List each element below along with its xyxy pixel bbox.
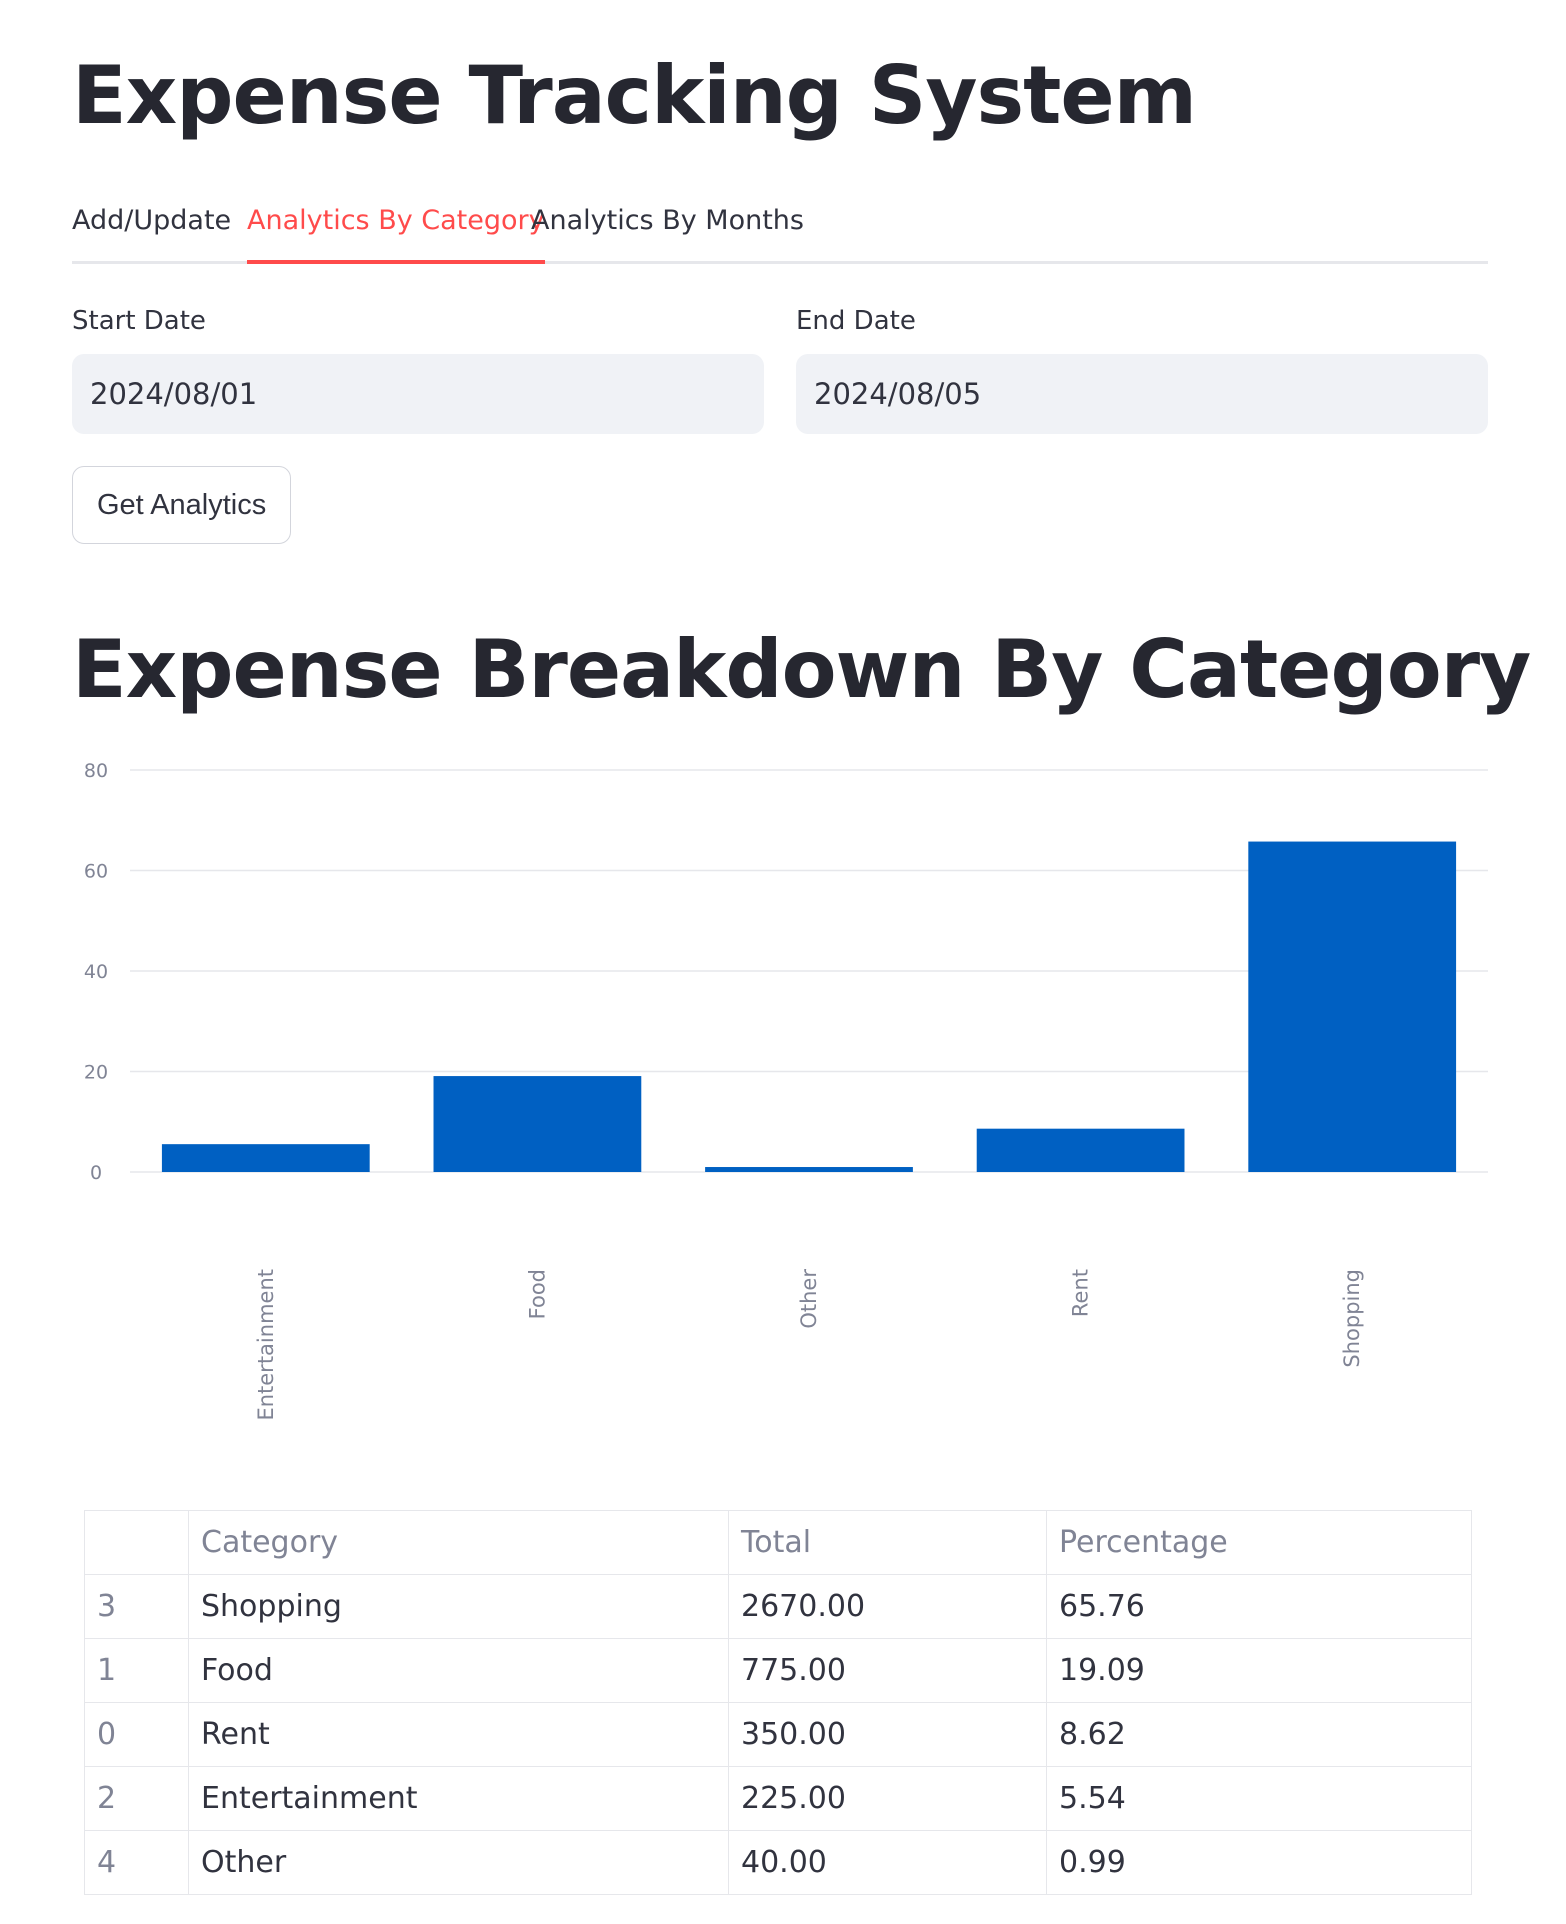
row-percentage: 65.76 [1046, 1574, 1472, 1639]
bar-other [705, 1167, 913, 1172]
page-title: Expense Tracking System [72, 49, 1197, 142]
x-tick-label: Other [797, 1269, 821, 1329]
start-date-input[interactable]: 2024/08/01 [72, 354, 764, 434]
y-tick-label: 20 [84, 1062, 108, 1084]
tab-analytics-by-months[interactable]: Analytics By Months [531, 204, 804, 264]
table-header-row: Category Total Percentage [84, 1510, 1472, 1575]
row-index: 4 [84, 1830, 189, 1895]
row-percentage: 8.62 [1046, 1702, 1472, 1767]
tab-add-update[interactable]: Add/Update [72, 204, 231, 264]
row-total: 350.00 [728, 1702, 1047, 1767]
row-index: 2 [84, 1766, 189, 1831]
table-header-percentage: Percentage [1046, 1510, 1472, 1575]
get-analytics-button[interactable]: Get Analytics [72, 466, 292, 544]
section-title: Expense Breakdown By Category [72, 623, 1531, 716]
row-total: 2670.00 [728, 1574, 1047, 1639]
y-tick-label: 0 [90, 1162, 102, 1184]
end-date-label: End Date [796, 306, 916, 336]
bar-entertainment [161, 1144, 370, 1172]
row-category: Shopping [188, 1574, 729, 1639]
tab-analytics-by-category[interactable]: Analytics By Category [247, 204, 545, 264]
row-total: 40.00 [728, 1830, 1047, 1895]
y-tick-label: 40 [84, 961, 108, 983]
table-row: 3 Shopping 2670.00 65.76 [84, 1574, 1472, 1639]
row-percentage: 5.54 [1046, 1766, 1472, 1831]
x-tick-label: Shopping [1340, 1269, 1364, 1368]
y-tick-label: 80 [84, 760, 108, 782]
y-tick-label: 60 [84, 861, 108, 883]
table-row: 4 Other 40.00 0.99 [84, 1830, 1472, 1895]
table-row: 0 Rent 350.00 8.62 [84, 1702, 1472, 1767]
row-category: Rent [188, 1702, 729, 1767]
bar-food [433, 1076, 642, 1172]
table-header-total: Total [728, 1510, 1047, 1575]
row-percentage: 19.09 [1046, 1638, 1472, 1703]
row-total: 775.00 [728, 1638, 1047, 1703]
x-tick-label: Rent [1069, 1269, 1093, 1317]
row-index: 1 [84, 1638, 189, 1703]
row-index: 3 [84, 1574, 189, 1639]
end-date-input[interactable]: 2024/08/05 [796, 354, 1488, 434]
row-category: Other [188, 1830, 729, 1895]
table-header-index [84, 1510, 189, 1575]
row-total: 225.00 [728, 1766, 1047, 1831]
expense-bar-chart: 0 20 40 60 80 Entertainment Food Other Rent Shopp… [84, 760, 1488, 1421]
tab-bar: Add/Update Analytics By Category Analyti… [72, 200, 1488, 264]
x-tick-label: Food [525, 1269, 549, 1319]
row-percentage: 0.99 [1046, 1830, 1472, 1895]
expense-table: Category Total Percentage 3 Shopping 267… [84, 1510, 1472, 1895]
x-tick-label: Entertainment [254, 1269, 278, 1421]
table-row: 2 Entertainment 225.00 5.54 [84, 1766, 1472, 1831]
table-row: 1 Food 775.00 19.09 [84, 1638, 1472, 1703]
table-header-category: Category [188, 1510, 729, 1575]
row-index: 0 [84, 1702, 189, 1767]
start-date-label: Start Date [72, 306, 206, 336]
bar-shopping [1248, 841, 1457, 1172]
bar-rent [976, 1128, 1185, 1172]
row-category: Entertainment [188, 1766, 729, 1831]
row-category: Food [188, 1638, 729, 1703]
